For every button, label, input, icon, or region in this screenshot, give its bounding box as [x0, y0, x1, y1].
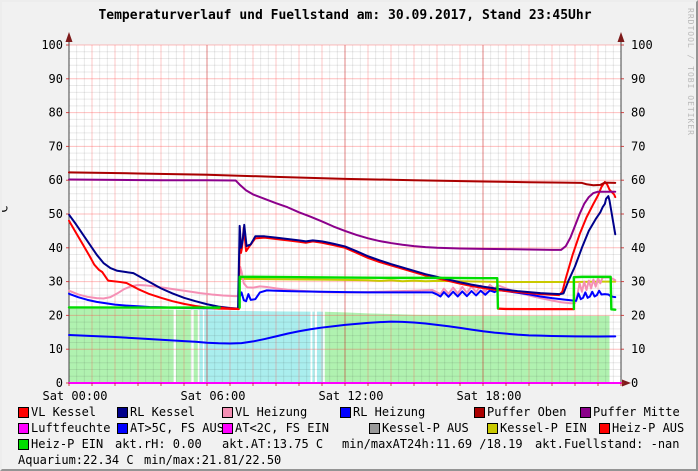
- y-tick-label-right: 40: [631, 241, 645, 255]
- y-tick-label-right: 10: [631, 342, 645, 356]
- y-tick-label-right: 90: [631, 72, 645, 86]
- x-tick-label: Sat 06:00: [180, 389, 245, 403]
- legend-item-rl-kessel: RL Kessel: [130, 406, 195, 419]
- legend-swatch-at-2c-fs-ein: [222, 423, 233, 434]
- y-tick-label-right: 20: [631, 308, 645, 322]
- y-tick-label: 10: [49, 342, 63, 356]
- legend-item-rl-heizung: RL Heizung: [353, 406, 425, 419]
- legend-item-puffer-oben: Puffer Oben: [487, 406, 566, 419]
- legend-swatch-puffer-oben: [474, 407, 485, 418]
- rrdtool-watermark: RRDTOOL / TOBI OETIKER: [686, 8, 695, 136]
- y-tick-label-right: 70: [631, 139, 645, 153]
- rrd-graph: Temperaturverlauf und Fuellstand am: 30.…: [0, 0, 698, 471]
- legend-item-at-2c-fs-ein: AT<2C, FS EIN: [235, 422, 329, 435]
- y-axis-unit-label: C: [0, 205, 11, 212]
- y-tick-label: 100: [41, 38, 63, 52]
- y-tick-label-right: 30: [631, 275, 645, 289]
- y-axis-arrow-left: [66, 32, 73, 42]
- y-tick-label-right: 0: [631, 376, 638, 390]
- series-heiz-p-aus: [498, 309, 574, 310]
- area-FS-state-cyan: [204, 310, 310, 383]
- legend-item-akt-fuellstand-nan: akt.Fuellstand: -nan: [535, 438, 680, 451]
- x-tick-label: Sat 18:00: [456, 389, 521, 403]
- legend-swatch-vl-kessel: [18, 407, 29, 418]
- legend-item-min-maxat24h-11-69-18-19: min/maxAT24h:11.69 /18.19: [342, 438, 523, 451]
- area-FS-state-cyan: [200, 310, 203, 383]
- y-tick-label: 70: [49, 139, 63, 153]
- area-FS-state-green: [194, 310, 198, 383]
- y-tick-label: 80: [49, 106, 63, 120]
- legend-swatch-at-5c-fs-aus: [117, 423, 128, 434]
- legend-item-kessel-p-aus: Kessel-P AUS: [382, 422, 469, 435]
- legend-swatch-kessel-p-aus: [369, 423, 380, 434]
- y-tick-label: 40: [49, 241, 63, 255]
- legend-item-at-5c-fs-aus: AT>5C, FS AUS: [130, 422, 224, 435]
- y-tick-label: 0: [56, 376, 63, 390]
- legend-swatch-heiz-p-ein: [18, 439, 29, 450]
- y-tick-label: 20: [49, 308, 63, 322]
- legend-item-aquarium-22-34-c: Aquarium:22.34 C: [18, 454, 134, 467]
- y-axis-arrow-right: [618, 32, 625, 42]
- legend-swatch-puffer-mitte: [580, 407, 591, 418]
- y-tick-label: 50: [49, 207, 63, 221]
- y-tick-label: 90: [49, 72, 63, 86]
- legend-item-puffer-mitte: Puffer Mitte: [593, 406, 680, 419]
- legend-swatch-luftfeuchte: [18, 423, 29, 434]
- y-tick-label: 60: [49, 173, 63, 187]
- legend-item-min-max-21-81-22-50: min/max:21.81/22.50: [144, 454, 281, 467]
- chart-canvas: 0 0 10 10 20 20 30 30 40 40 50 50 60 60 70 70 80 80 90 90 10…: [2, 2, 698, 471]
- legend-swatch-rl-heizung: [340, 407, 351, 418]
- x-tick-label: Sat 00:00: [42, 389, 107, 403]
- legend-item-luftfeuchte: Luftfeuchte: [31, 422, 110, 435]
- legend-swatch-heiz-p-aus: [599, 423, 610, 434]
- y-tick-label-right: 50: [631, 207, 645, 221]
- series-heiz-p-aus: [220, 308, 239, 309]
- graph-title: Temperaturverlauf und Fuellstand am: 30.…: [2, 8, 688, 23]
- x-tick-label: Sat 12:00: [318, 389, 383, 403]
- legend-item-heiz-p-aus: Heiz-P AUS: [612, 422, 684, 435]
- legend-swatch-kessel-p-ein: [487, 423, 498, 434]
- legend-swatch-vl-heizung: [222, 407, 233, 418]
- y-tick-label-right: 80: [631, 106, 645, 120]
- legend-item-kessel-p-ein: Kessel-P EIN: [500, 422, 587, 435]
- y-tick-label-right: 60: [631, 173, 645, 187]
- legend-item-akt-rh-0-00: akt.rH: 0.00: [115, 438, 202, 451]
- legend-item-vl-heizung: VL Heizung: [235, 406, 307, 419]
- legend-item-vl-kessel: VL Kessel: [31, 406, 96, 419]
- legend-swatch-rl-kessel: [117, 407, 128, 418]
- y-tick-label: 30: [49, 275, 63, 289]
- area-FS-state-green: [176, 310, 191, 383]
- y-tick-label-right: 100: [631, 38, 653, 52]
- legend-item-heiz-p-ein: Heiz-P EIN: [31, 438, 103, 451]
- legend-item-akt-at-13-75-c: akt.AT:13.75 C: [222, 438, 323, 451]
